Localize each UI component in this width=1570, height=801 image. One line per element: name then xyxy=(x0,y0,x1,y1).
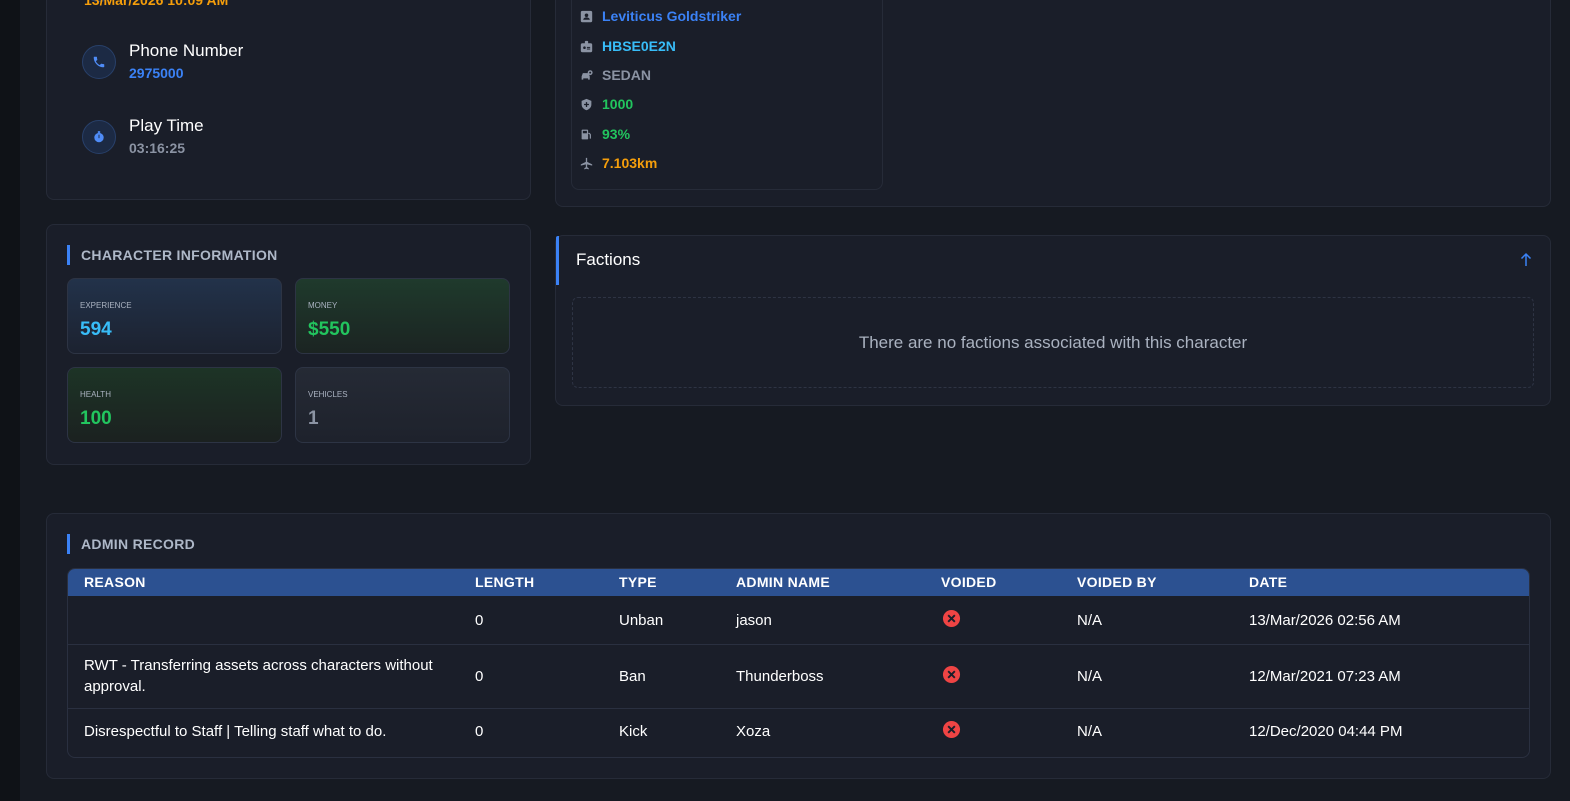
col-type[interactable]: TYPE xyxy=(619,574,657,590)
stat-health: HEALTH 100 xyxy=(67,367,282,443)
cell-type: Unban xyxy=(619,612,664,629)
phone-icon xyxy=(82,45,116,79)
cell-voided-by: N/A xyxy=(1077,668,1103,685)
vehicle-mileage: 7.103km xyxy=(602,155,658,171)
cell-reason: Disrespectful to Staff | Telling staff w… xyxy=(84,723,387,740)
cell-date: 13/Mar/2026 02:56 AM xyxy=(1249,612,1401,629)
table-row: 0 Unban jason N/A 13/Mar/2026 02:56 AM xyxy=(68,596,1529,645)
phone-value: 2975000 xyxy=(129,65,184,81)
col-voided[interactable]: VOIDED xyxy=(941,574,996,590)
fuel-icon xyxy=(581,129,591,139)
phone-label: Phone Number xyxy=(129,41,244,60)
col-reason[interactable]: REASON xyxy=(84,574,146,590)
plane-icon xyxy=(580,157,593,169)
vehicle-health-row: 1000 xyxy=(580,94,633,114)
cell-type: Ban xyxy=(619,668,646,685)
table-row: RWT - Transferring assets across charact… xyxy=(68,645,1529,709)
table-header: REASON LENGTH TYPE ADMIN NAME VOIDED VOI… xyxy=(68,569,1529,596)
cell-voided-by: N/A xyxy=(1077,612,1103,629)
playtime-value: 03:16:25 xyxy=(129,140,186,156)
contact-info-card xyxy=(46,0,531,200)
vehicle-type: SEDAN xyxy=(602,67,652,83)
stat-label: HEALTH xyxy=(80,390,111,399)
vehicle-fuel: 93% xyxy=(602,126,631,142)
cell-voided-by: N/A xyxy=(1077,723,1103,740)
cell-length: 0 xyxy=(475,723,484,740)
stat-vehicles: VEHICLES 1 xyxy=(295,367,510,443)
stat-value: 594 xyxy=(80,319,112,340)
car-type-icon xyxy=(581,69,593,80)
stat-value: 100 xyxy=(80,408,112,429)
stat-label: VEHICLES xyxy=(308,390,348,399)
x-circle-icon xyxy=(942,665,961,684)
character-information-title: CHARACTER INFORMATION xyxy=(67,245,278,265)
cell-admin-name: Xoza xyxy=(736,723,771,740)
arrow-up-icon[interactable] xyxy=(1519,252,1533,268)
last-login-value: 13/Mar/2026 10:09 AM xyxy=(84,0,229,8)
cell-length: 0 xyxy=(475,612,484,629)
vehicle-type-row: SEDAN xyxy=(580,65,651,85)
cell-length: 0 xyxy=(475,668,484,685)
vehicle-mileage-row: 7.103km xyxy=(580,153,657,173)
vehicle-owner[interactable]: Leviticus Goldstriker xyxy=(602,8,741,24)
factions-empty-message: There are no factions associated with th… xyxy=(572,297,1534,388)
left-sidebar-edge xyxy=(0,0,20,801)
col-admin-name[interactable]: ADMIN NAME xyxy=(736,574,830,590)
stopwatch-icon xyxy=(82,120,116,154)
x-circle-icon xyxy=(942,720,961,739)
cell-type: Kick xyxy=(619,723,648,740)
vehicle-plate-row: HBSE0E2N xyxy=(580,36,676,56)
playtime-row: Play Time 03:16:25 xyxy=(82,116,204,158)
id-card-icon xyxy=(580,10,593,22)
cell-date: 12/Dec/2020 04:44 PM xyxy=(1249,723,1403,740)
stat-experience: EXPERIENCE 594 xyxy=(67,278,282,354)
col-length[interactable]: LENGTH xyxy=(475,574,534,590)
cell-admin-name: jason xyxy=(736,612,772,629)
cell-admin-name: Thunderboss xyxy=(736,668,824,685)
stat-money: MONEY $550 xyxy=(295,278,510,354)
table-row: Disrespectful to Staff | Telling staff w… xyxy=(68,709,1529,757)
shield-icon xyxy=(581,98,592,110)
admin-record-title: ADMIN RECORD xyxy=(67,534,195,554)
stat-label: MONEY xyxy=(308,301,338,310)
playtime-label: Play Time xyxy=(129,116,204,135)
col-voided-by[interactable]: VOIDED BY xyxy=(1077,574,1157,590)
vehicle-owner-row: Leviticus Goldstriker xyxy=(580,6,741,26)
stat-value: 1 xyxy=(308,408,319,429)
cell-date: 12/Mar/2021 07:23 AM xyxy=(1249,668,1401,685)
plate-badge-icon xyxy=(580,40,593,52)
col-date[interactable]: DATE xyxy=(1249,574,1287,590)
vehicle-fuel-row: 93% xyxy=(580,124,630,144)
vehicle-health: 1000 xyxy=(602,96,634,112)
vehicle-plate: HBSE0E2N xyxy=(602,38,676,54)
phone-row: Phone Number 2975000 xyxy=(82,41,243,83)
factions-accent xyxy=(556,236,559,285)
admin-record-table: REASON LENGTH TYPE ADMIN NAME VOIDED VOI… xyxy=(67,568,1530,758)
stat-label: EXPERIENCE xyxy=(80,301,132,310)
x-circle-icon xyxy=(942,609,961,628)
stat-value: $550 xyxy=(308,319,351,340)
cell-reason: RWT - Transferring assets across charact… xyxy=(84,657,433,695)
factions-title[interactable]: Factions xyxy=(576,250,640,270)
